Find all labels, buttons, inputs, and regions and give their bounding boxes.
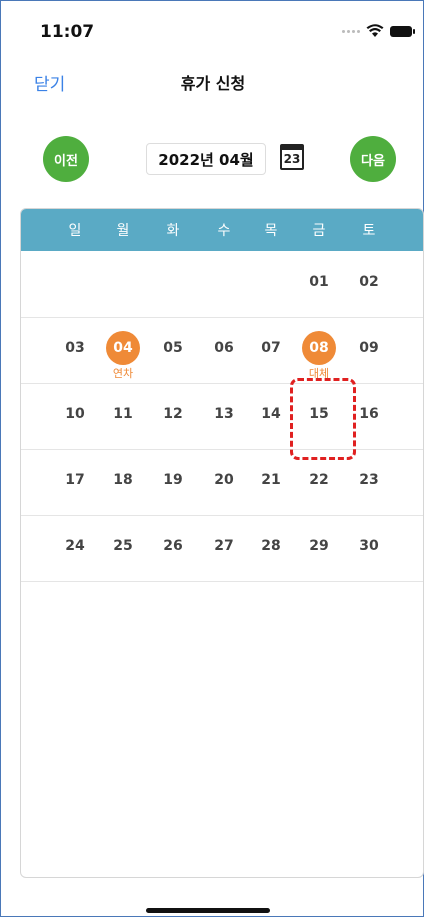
weekday-label: 토 — [362, 223, 376, 239]
day-number: 13 — [214, 406, 234, 422]
day-cell[interactable]: 17 — [51, 449, 100, 515]
day-cell[interactable]: 08 대체 — [295, 317, 344, 383]
day-cell[interactable]: 02 — [345, 251, 394, 317]
day-cell[interactable]: 14 — [247, 383, 296, 449]
day-number: 14 — [261, 406, 281, 422]
day-cell[interactable]: 13 — [200, 383, 249, 449]
day-cell[interactable]: 19 — [149, 449, 198, 515]
day-number: 11 — [113, 406, 133, 422]
day-cell[interactable]: 28 — [247, 515, 296, 581]
day-number-marked: 04 — [106, 331, 140, 365]
day-number: 22 — [309, 472, 329, 488]
weekday-label: 화 — [166, 223, 180, 239]
day-cell — [99, 251, 148, 317]
prev-month-button[interactable]: 이전 — [43, 136, 89, 182]
day-number: 18 — [113, 472, 133, 488]
day-number: 12 — [163, 406, 183, 422]
weekday-label: 수 — [217, 223, 231, 239]
day-number: 26 — [163, 538, 183, 554]
day-cell[interactable]: 09 — [345, 317, 394, 383]
day-number: 01 — [309, 274, 329, 290]
day-cell[interactable]: 29 — [295, 515, 344, 581]
weekday-label: 목 — [264, 223, 278, 239]
day-cell[interactable]: 05 — [149, 317, 198, 383]
day-leave-label: 연차 — [112, 367, 134, 380]
day-number: 02 — [359, 274, 379, 290]
day-cell[interactable]: 20 — [200, 449, 249, 515]
day-number-marked: 08 — [302, 331, 336, 365]
day-cell[interactable]: 01 — [295, 251, 344, 317]
weekday-label: 일 — [68, 223, 82, 239]
day-number: 25 — [113, 538, 133, 554]
day-number: 16 — [359, 406, 379, 422]
day-number: 23 — [359, 472, 379, 488]
day-number: 19 — [163, 472, 183, 488]
day-cell[interactable]: 11 — [99, 383, 148, 449]
day-number: 17 — [65, 472, 85, 488]
battery-icon — [390, 25, 415, 37]
day-cell[interactable]: 12 — [149, 383, 198, 449]
day-cell[interactable]: 04 연차 — [99, 317, 148, 383]
day-number — [156, 265, 190, 299]
day-number: 07 — [261, 340, 281, 356]
week-row: 03 04 연차 05 06 07 08 대체 09 — [21, 317, 423, 384]
weekday-label: 월 — [116, 223, 130, 239]
day-number: 27 — [214, 538, 234, 554]
month-navigation: 이전 2022년 04월 23 다음 — [0, 136, 426, 188]
day-cell[interactable]: 25 — [99, 515, 148, 581]
week-row: 10 11 12 13 14 15 16 — [21, 383, 423, 450]
day-cell[interactable]: 10 — [51, 383, 100, 449]
day-number: 05 — [163, 340, 183, 356]
day-number: 03 — [65, 340, 85, 356]
week-row: 01 02 — [21, 251, 423, 318]
nav-bar: 닫기 휴가 신청 — [0, 64, 426, 104]
status-time: 11:07 — [40, 22, 95, 42]
day-number — [207, 265, 241, 299]
weekday-header: 일월화수목금토 — [21, 209, 423, 251]
home-indicator — [146, 908, 270, 913]
signal-icon — [342, 29, 360, 33]
weekday-label: 금 — [312, 223, 326, 239]
day-number — [58, 265, 92, 299]
day-cell[interactable]: 07 — [247, 317, 296, 383]
day-cell[interactable]: 18 — [99, 449, 148, 515]
week-row: 17 18 19 20 21 22 23 — [21, 449, 423, 516]
day-number: 21 — [261, 472, 281, 488]
day-number: 09 — [359, 340, 379, 356]
day-number: 24 — [65, 538, 85, 554]
day-cell — [200, 251, 249, 317]
day-cell — [149, 251, 198, 317]
day-number: 10 — [65, 406, 85, 422]
status-bar: 11:07 — [0, 0, 426, 64]
day-cell[interactable]: 06 — [200, 317, 249, 383]
calendar-icon[interactable]: 23 — [280, 144, 304, 170]
status-icons — [342, 24, 415, 38]
page-title: 휴가 신청 — [180, 74, 246, 93]
month-display[interactable]: 2022년 04월 — [146, 143, 266, 175]
day-cell[interactable]: 30 — [345, 515, 394, 581]
week-row: 24 25 26 27 28 29 30 — [21, 515, 423, 582]
day-cell — [247, 251, 296, 317]
day-number: 30 — [359, 538, 379, 554]
day-cell[interactable]: 24 — [51, 515, 100, 581]
day-cell[interactable]: 26 — [149, 515, 198, 581]
day-number — [106, 265, 140, 299]
day-cell[interactable]: 21 — [247, 449, 296, 515]
next-month-button[interactable]: 다음 — [350, 136, 396, 182]
day-number: 20 — [214, 472, 234, 488]
day-number: 29 — [309, 538, 329, 554]
day-cell — [51, 251, 100, 317]
day-number — [254, 265, 288, 299]
day-number: 28 — [261, 538, 281, 554]
day-cell[interactable]: 03 — [51, 317, 100, 383]
day-number: 06 — [214, 340, 234, 356]
day-cell[interactable]: 27 — [200, 515, 249, 581]
highlight-box — [290, 378, 356, 460]
wifi-icon — [366, 24, 384, 37]
calendar: 일 월 화 수 목 금 토 01 02 03 04 연차 05 06 07 08 대체 09 10 11 12 13 14… — [20, 208, 424, 878]
